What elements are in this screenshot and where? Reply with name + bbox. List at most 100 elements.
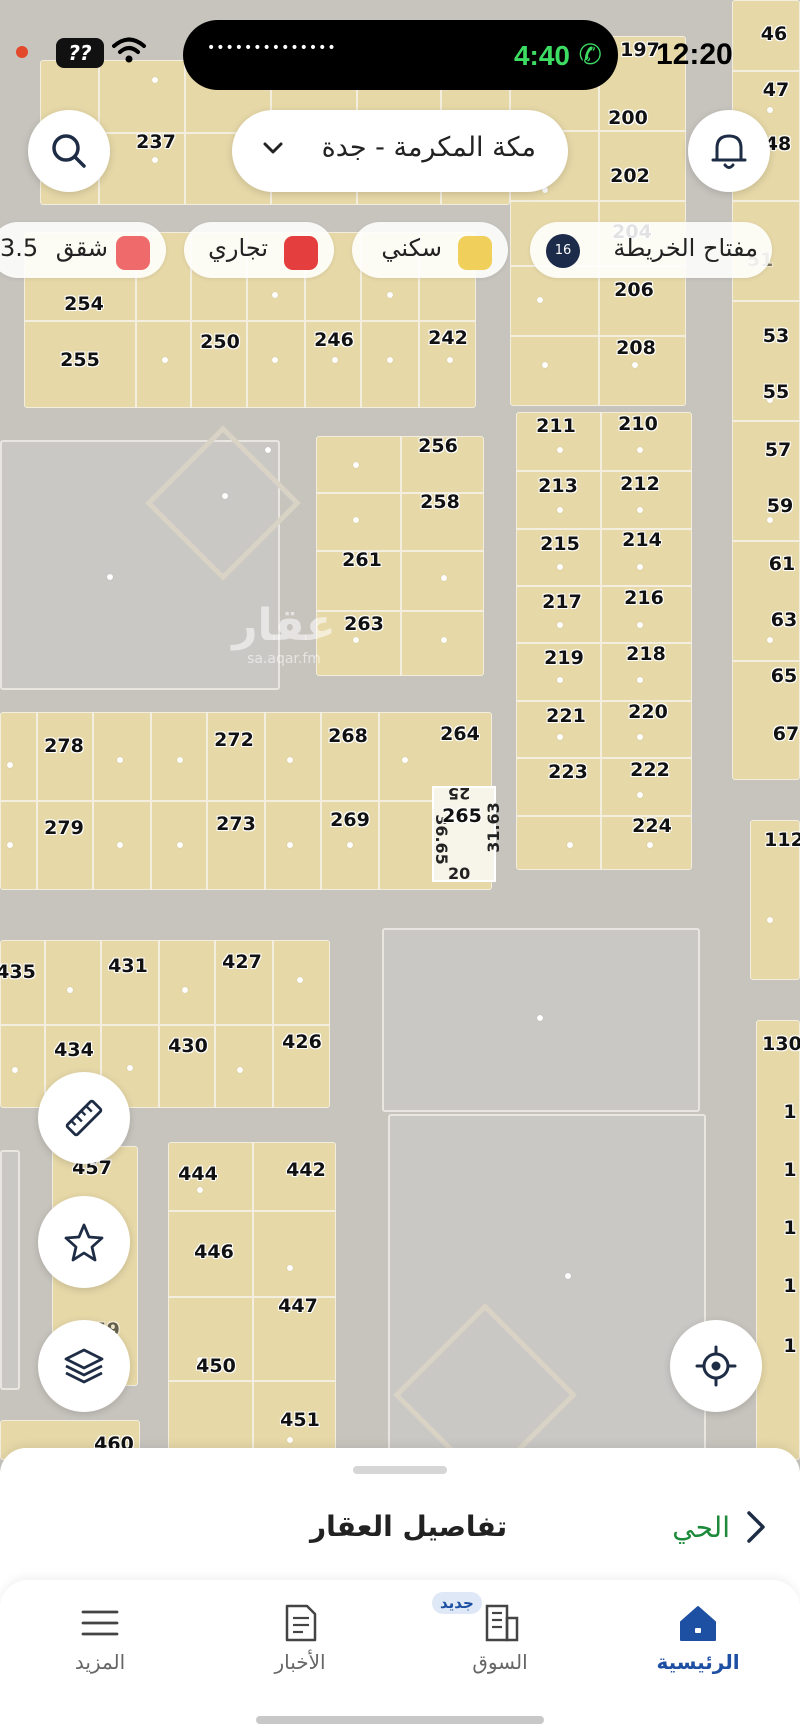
plot-number[interactable]: 219 xyxy=(544,647,584,669)
phone-icon: ✆ xyxy=(578,38,602,71)
location-selector[interactable]: مكة المكرمة - جدة xyxy=(232,110,568,192)
legend-residential[interactable]: سكني xyxy=(352,222,508,278)
plot-number[interactable]: 450 xyxy=(196,1355,236,1377)
status-clock: 12:20 xyxy=(656,38,733,71)
tab-more[interactable]: المزيد xyxy=(30,1580,170,1690)
plot-number[interactable]: 279 xyxy=(44,817,84,839)
plot-number[interactable]: 1 xyxy=(783,1275,796,1297)
chevron-down-icon xyxy=(263,142,283,154)
plot-number[interactable]: 263 xyxy=(344,613,384,635)
plot-number[interactable]: 442 xyxy=(286,1159,326,1181)
tab-news[interactable]: الأخبار xyxy=(230,1580,370,1690)
plot-number[interactable]: 112 xyxy=(764,829,800,851)
plot-number[interactable]: 435 xyxy=(0,961,36,983)
plot-number[interactable]: 213 xyxy=(538,475,578,497)
plot-number[interactable]: 261 xyxy=(342,549,382,571)
signal-badge: ?? xyxy=(56,38,104,68)
plot-number[interactable]: 210 xyxy=(618,413,658,435)
tab-home[interactable]: الرئيسية xyxy=(628,1580,768,1690)
plot-number[interactable]: 212 xyxy=(620,473,660,495)
plot-number[interactable]: 222 xyxy=(630,759,670,781)
dynamic-island[interactable]: •••••••••••••• 4:40 ✆ xyxy=(183,20,618,90)
legend-label: تجاري xyxy=(208,234,268,262)
plot-number[interactable]: 216 xyxy=(624,587,664,609)
plot-number[interactable]: 434 xyxy=(54,1039,94,1061)
plot-number[interactable]: 130 xyxy=(762,1033,800,1055)
plot-number[interactable]: 57 xyxy=(765,439,791,461)
plot-number[interactable]: 237 xyxy=(136,131,176,153)
plot-number[interactable]: 431 xyxy=(108,955,148,977)
plot-number[interactable]: 278 xyxy=(44,735,84,757)
plot-number[interactable]: 218 xyxy=(626,643,666,665)
aqar-watermark: عقار sa.aqar.fm xyxy=(232,600,336,667)
plot-number[interactable]: 208 xyxy=(616,337,656,359)
plot-number[interactable]: 53 xyxy=(763,325,789,347)
map-open-lot xyxy=(0,1150,20,1390)
plot-number[interactable]: 427 xyxy=(222,951,262,973)
favorites-button[interactable] xyxy=(38,1196,130,1288)
plot-number[interactable]: 221 xyxy=(546,705,586,727)
bell-icon xyxy=(711,134,747,169)
plot-number[interactable]: 67 xyxy=(773,723,799,745)
plot-number[interactable]: 224 xyxy=(632,815,672,837)
plot-number[interactable]: 223 xyxy=(548,761,588,783)
plot-number[interactable]: 446 xyxy=(194,1241,234,1263)
sheet-drag-handle[interactable] xyxy=(353,1466,447,1474)
plot-number[interactable]: 447 xyxy=(278,1295,318,1317)
plot-dimension-right: 31.63 xyxy=(483,802,503,853)
plot-number[interactable]: 242 xyxy=(428,327,468,349)
plot-number[interactable]: 255 xyxy=(60,349,100,371)
plot-number[interactable]: 215 xyxy=(540,533,580,555)
legend-swatch xyxy=(458,236,492,270)
plot-number[interactable]: 200 xyxy=(608,107,648,129)
plot-number[interactable]: 1 xyxy=(783,1101,796,1123)
plot-number[interactable]: 59 xyxy=(767,495,793,517)
plot-number[interactable]: 63 xyxy=(771,609,797,631)
plot-number[interactable]: 272 xyxy=(214,729,254,751)
measure-button[interactable] xyxy=(38,1072,130,1164)
map-key-button[interactable]: مفتاح الخريطة 16 xyxy=(530,222,772,278)
plot-number[interactable]: 430 xyxy=(168,1035,208,1057)
plot-number[interactable]: 269 xyxy=(330,809,370,831)
legend-apartments[interactable]: شقق 3.5 xyxy=(0,222,166,278)
my-location-button[interactable] xyxy=(670,1320,762,1412)
plot-number[interactable]: 220 xyxy=(628,701,668,723)
notifications-button[interactable] xyxy=(688,110,770,192)
plot-number[interactable]: 254 xyxy=(64,293,104,315)
plot-number[interactable]: 55 xyxy=(763,381,789,403)
plot-number[interactable]: 1 xyxy=(783,1335,796,1357)
plot-number[interactable]: 426 xyxy=(282,1031,322,1053)
legend-label: شقق xyxy=(55,234,108,262)
locate-icon xyxy=(695,1345,737,1387)
plot-number[interactable]: 256 xyxy=(418,435,458,457)
plot-number[interactable]: 206 xyxy=(614,279,654,301)
plot-number[interactable]: 250 xyxy=(200,331,240,353)
plot-number[interactable]: 214 xyxy=(622,529,662,551)
plot-number[interactable]: 65 xyxy=(771,665,797,687)
plot-number[interactable]: 258 xyxy=(420,491,460,513)
search-button[interactable] xyxy=(28,110,110,192)
plot-number[interactable]: 444 xyxy=(178,1163,218,1185)
plot-number[interactable]: 451 xyxy=(280,1409,320,1431)
layers-button[interactable] xyxy=(38,1320,130,1412)
plot-number[interactable]: 211 xyxy=(536,415,576,437)
tab-home-label: الرئيسية xyxy=(656,1650,740,1674)
selected-plot-number[interactable]: 265 xyxy=(442,805,482,827)
map-key-count: 16 xyxy=(546,234,580,268)
plot-number[interactable]: 264 xyxy=(440,723,480,745)
tab-market-label: السوق xyxy=(472,1650,528,1674)
tab-news-label: الأخبار xyxy=(274,1650,326,1674)
plot-number[interactable]: 1 xyxy=(783,1217,796,1239)
plot-dimension-bottom: 20 xyxy=(448,864,471,883)
plot-dimension-top: 25 xyxy=(448,784,471,803)
menu-icon xyxy=(81,1610,119,1636)
plot-number[interactable]: 202 xyxy=(610,165,650,187)
plot-number[interactable]: 273 xyxy=(216,813,256,835)
plot-number[interactable]: 268 xyxy=(328,725,368,747)
plot-number[interactable]: 246 xyxy=(314,329,354,351)
plot-number[interactable]: 217 xyxy=(542,591,582,613)
plot-number[interactable]: 1 xyxy=(783,1159,796,1181)
legend-commercial[interactable]: تجاري xyxy=(184,222,334,278)
plot-number[interactable]: 61 xyxy=(769,553,795,575)
neighborhood-link[interactable]: الحي xyxy=(672,1502,766,1552)
